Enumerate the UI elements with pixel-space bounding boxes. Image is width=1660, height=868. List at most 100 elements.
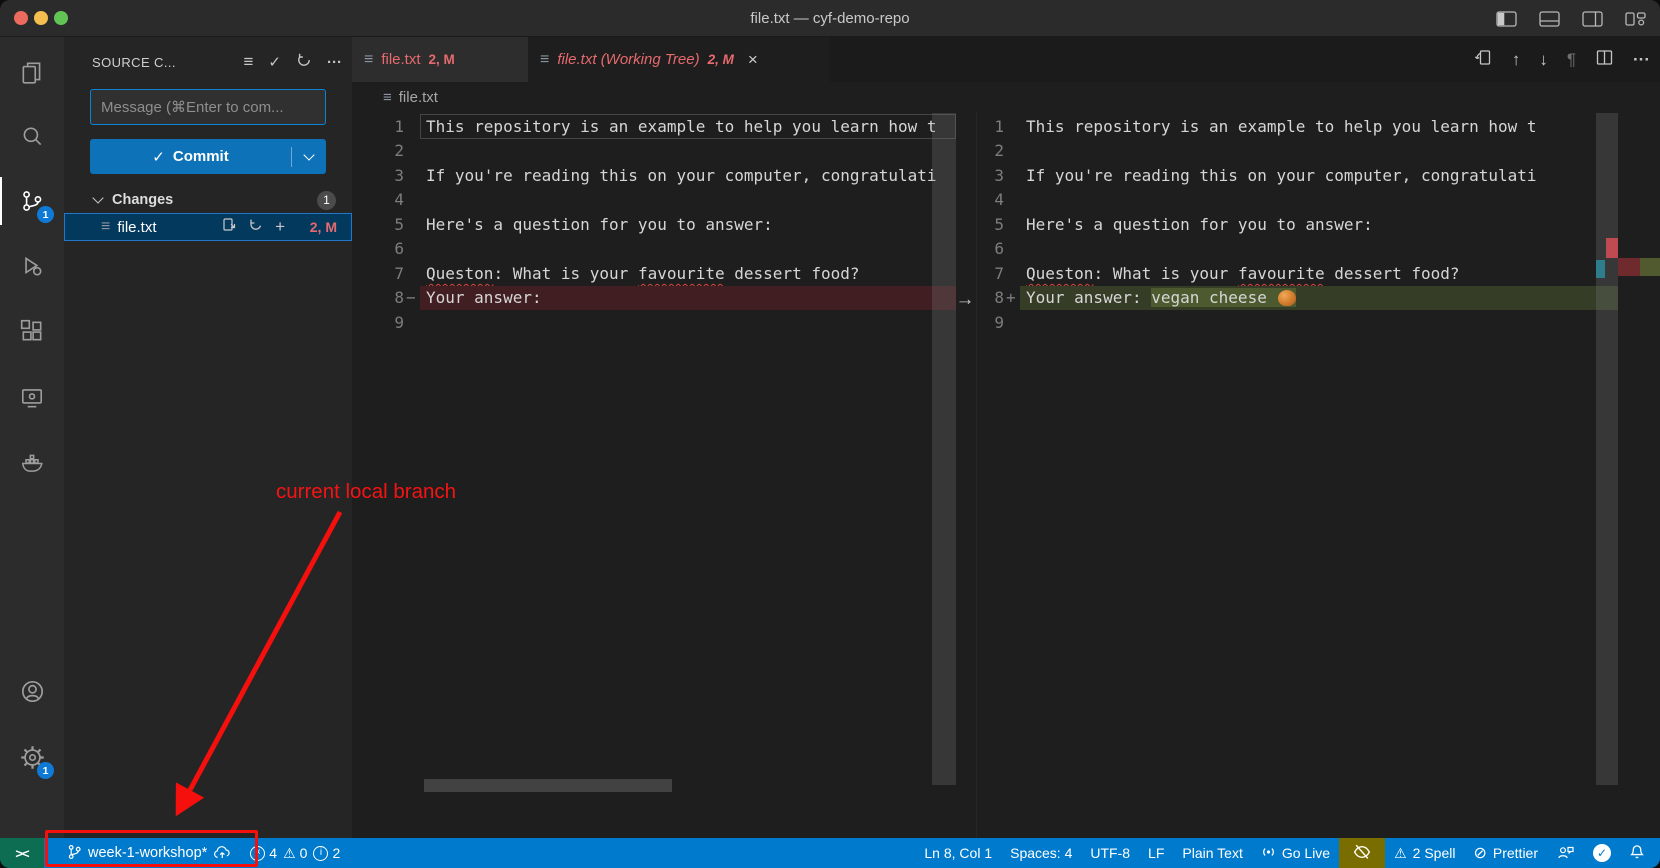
remote-indicator[interactable]: >< — [0, 838, 44, 868]
overview-modified-mark — [1596, 260, 1605, 278]
changes-section-header[interactable]: Changes 1 — [64, 187, 352, 213]
slash-circle-icon: ⊘ — [1473, 843, 1486, 863]
changed-file-row[interactable]: ≡ file.txt + 2, M — [64, 213, 352, 241]
stage-changes-icon[interactable]: + — [275, 217, 285, 237]
horizontal-scrollbar[interactable] — [424, 779, 672, 792]
tab-label: file.txt — [381, 51, 420, 68]
more-actions-icon[interactable]: ··· — [327, 54, 342, 71]
code-line: 2 — [978, 139, 1618, 164]
broadcast-icon — [1261, 844, 1276, 863]
toggle-primary-sidebar-icon[interactable] — [1496, 11, 1517, 27]
open-file-icon[interactable] — [221, 217, 236, 237]
info-icon: i — [313, 846, 328, 861]
overview-deleted-mark — [1606, 238, 1618, 258]
commit-message-input[interactable] — [90, 89, 326, 125]
code-line: 7Queston: What is your favourite dessert… — [352, 261, 956, 286]
whitespace-pilcrow-icon[interactable]: ¶ — [1567, 51, 1576, 68]
encoding-item[interactable]: UTF-8 — [1081, 838, 1139, 868]
discard-changes-icon[interactable] — [248, 217, 263, 237]
notifications-item[interactable] — [1620, 838, 1654, 868]
title-bar: file.txt — cyf-demo-repo — [0, 0, 1660, 37]
commit-button[interactable]: ✓ Commit — [90, 139, 326, 174]
right-pane-scrollbar[interactable] — [1596, 113, 1618, 785]
go-live-item[interactable]: Go Live — [1252, 838, 1339, 868]
commit-button-label: Commit — [173, 148, 229, 165]
inserted-code-line: 8+Your answer: vegan cheese 🥧 — [978, 286, 1618, 311]
tab-file-txt[interactable]: ≡ file.txt 2, M — [352, 37, 528, 82]
changes-count-badge: 1 — [317, 191, 336, 210]
file-icon: ≡ — [101, 218, 110, 236]
code-line: 9 — [352, 310, 956, 335]
problems-status-item[interactable]: × 4 ⚠ 0 i 2 — [241, 838, 349, 868]
code-line: 1This repository is an example to help y… — [978, 114, 1618, 139]
chevron-down-icon — [303, 149, 314, 160]
pie-emoji: 🥧 — [1278, 290, 1296, 306]
window-title: file.txt — cyf-demo-repo — [0, 0, 1660, 37]
code-line: 7Queston: What is your favourite dessert… — [978, 261, 1618, 286]
check-icon: ✓ — [152, 148, 165, 166]
tab-file-txt-working-tree[interactable]: ≡ file.txt (Working Tree) 2, M × — [528, 37, 830, 82]
warning-icon: ⚠ — [283, 845, 296, 862]
docker-icon[interactable] — [0, 439, 64, 487]
toggle-secondary-sidebar-icon[interactable] — [1582, 11, 1603, 27]
breadcrumb-file: file.txt — [399, 89, 438, 106]
commit-check-icon[interactable]: ✓ — [268, 53, 281, 71]
info-count: 2 — [332, 845, 340, 861]
prettier-item[interactable]: ⊘ Prettier — [1464, 838, 1547, 868]
code-line: 3If you're reading this on your computer… — [978, 163, 1618, 188]
file-icon: ≡ — [540, 51, 549, 69]
annotation-label: current local branch — [276, 480, 456, 504]
breadcrumb[interactable]: ≡ file.txt — [352, 82, 1660, 112]
source-control-sidebar: SOURCE C... ≡ ✓ ··· ✓ Commit Changes 1 ≡… — [64, 37, 352, 838]
diff-sash[interactable] — [976, 112, 977, 838]
previous-change-icon[interactable]: ↑ — [1512, 51, 1521, 68]
diff-original-pane[interactable]: 1This repository is an example to help y… — [352, 112, 956, 838]
manage-gear-icon[interactable]: 1 — [0, 733, 64, 781]
branch-status-item[interactable]: week-1-workshop* — [58, 838, 241, 868]
diff-editor: 1This repository is an example to help y… — [352, 112, 1660, 838]
open-file-icon[interactable] — [1474, 48, 1493, 72]
extension-status-item[interactable]: ✓ — [1584, 838, 1620, 868]
left-pane-scrollbar[interactable] — [932, 113, 956, 785]
search-icon[interactable] — [0, 113, 64, 161]
spell-status-item[interactable]: ⚠ 2 Spell — [1385, 838, 1464, 868]
accounts-icon[interactable] — [0, 667, 64, 715]
activity-bar: 1 1 — [0, 37, 64, 838]
overview-ruler-inserted-mark — [1640, 258, 1660, 276]
code-line: 4 — [352, 188, 956, 213]
close-tab-icon[interactable]: × — [748, 50, 758, 70]
diff-modified-pane[interactable]: 1This repository is an example to help y… — [978, 112, 1618, 838]
file-git-status: 2, M — [310, 219, 337, 235]
spell-visibility-toggle[interactable] — [1339, 838, 1385, 868]
vscode-window: file.txt — cyf-demo-repo 1 1 SOURCE C... — [0, 0, 1660, 868]
manage-badge: 1 — [37, 762, 54, 779]
refresh-icon[interactable] — [296, 52, 312, 73]
more-actions-icon[interactable]: ··· — [1633, 51, 1650, 68]
toggle-panel-icon[interactable] — [1539, 11, 1560, 27]
remote-explorer-icon[interactable] — [0, 374, 64, 422]
branch-name: week-1-workshop* — [88, 845, 207, 861]
tab-label: file.txt (Working Tree) — [557, 51, 699, 68]
code-line: 5Here's a question for you to answer: — [352, 212, 956, 237]
language-mode-item[interactable]: Plain Text — [1173, 838, 1251, 868]
customize-layout-icon[interactable] — [1625, 11, 1646, 27]
error-count: 4 — [269, 845, 277, 861]
feedback-item[interactable] — [1547, 838, 1584, 868]
view-as-list-icon[interactable]: ≡ — [244, 52, 254, 72]
next-change-icon[interactable]: ↓ — [1539, 51, 1548, 68]
tab-status: 2, M — [708, 52, 734, 67]
code-line: 6 — [978, 237, 1618, 262]
indentation-item[interactable]: Spaces: 4 — [1001, 838, 1081, 868]
split-editor-icon[interactable] — [1595, 48, 1614, 72]
source-control-icon[interactable]: 1 — [0, 177, 64, 225]
commit-dropdown-button[interactable] — [292, 155, 326, 159]
deleted-code-line: 8−Your answer: — [352, 286, 956, 311]
status-bar: >< week-1-workshop* × 4 ⚠ 0 i 2 Ln 8, Co… — [0, 838, 1660, 868]
run-debug-icon[interactable] — [0, 242, 64, 290]
bell-icon — [1629, 844, 1645, 863]
explorer-icon[interactable] — [0, 49, 64, 97]
eol-item[interactable]: LF — [1139, 838, 1173, 868]
extensions-icon[interactable] — [0, 307, 64, 355]
cursor-position-item[interactable]: Ln 8, Col 1 — [915, 838, 1001, 868]
source-control-badge: 1 — [37, 206, 54, 223]
